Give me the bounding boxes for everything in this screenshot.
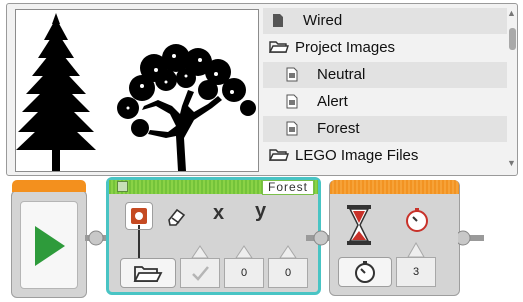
list-item-label: Forest bbox=[317, 120, 360, 137]
list-item-alert[interactable]: Alert bbox=[263, 89, 507, 115]
list-item-wired[interactable]: Wired bbox=[263, 8, 507, 34]
wait-block[interactable]: 3 bbox=[329, 180, 460, 296]
list-scrollbar[interactable]: ▲ ▼ bbox=[507, 6, 518, 174]
checkmark-icon bbox=[192, 266, 209, 281]
image-picker-popup: Wired Project Images Neutral Alert Fores… bbox=[6, 3, 518, 176]
wait-block-accent-bar bbox=[330, 180, 459, 194]
image-file-icon bbox=[286, 94, 298, 109]
y-coordinate-label: y bbox=[255, 200, 267, 222]
file-dark-icon bbox=[273, 14, 283, 27]
list-item-label: Alert bbox=[317, 93, 348, 110]
list-item-forest[interactable]: Forest bbox=[263, 116, 507, 142]
file-input-wire bbox=[138, 230, 140, 258]
image-file-list: Wired Project Images Neutral Alert Fores… bbox=[263, 6, 507, 174]
stopwatch-icon bbox=[355, 261, 375, 283]
folder-icon bbox=[269, 41, 289, 53]
input-notch bbox=[407, 241, 425, 258]
display-mode-button[interactable] bbox=[125, 202, 153, 230]
forest-image bbox=[16, 13, 256, 171]
x-coordinate-label: x bbox=[213, 202, 225, 224]
block-mode-badge-icon bbox=[117, 181, 128, 192]
file-select-button[interactable] bbox=[120, 258, 176, 288]
list-item-project-images[interactable]: Project Images bbox=[263, 35, 507, 61]
folder-icon bbox=[133, 266, 163, 282]
display-block[interactable]: Forest x y 0 0 bbox=[106, 177, 321, 295]
start-block-accent-bar bbox=[12, 180, 86, 192]
start-block[interactable] bbox=[11, 180, 87, 298]
wait-mode-button[interactable] bbox=[338, 257, 392, 287]
image-file-icon bbox=[286, 121, 298, 136]
display-image-mode-icon bbox=[131, 208, 147, 229]
list-item-neutral[interactable]: Neutral bbox=[263, 62, 507, 88]
scroll-down-arrow-icon[interactable]: ▼ bbox=[507, 158, 516, 168]
image-file-icon bbox=[286, 67, 298, 82]
list-item-label: Wired bbox=[303, 12, 343, 29]
clear-screen-input[interactable] bbox=[180, 258, 220, 288]
seconds-value-input[interactable]: 3 bbox=[396, 257, 436, 287]
list-item-label: Neutral bbox=[317, 66, 366, 83]
sequence-connector bbox=[458, 230, 484, 246]
scrollbar-thumb[interactable] bbox=[509, 28, 516, 50]
eraser-icon bbox=[168, 208, 186, 226]
folder-icon bbox=[269, 149, 289, 161]
start-button[interactable] bbox=[20, 201, 78, 289]
list-item-lego-image-files[interactable]: LEGO Image Files bbox=[263, 143, 507, 169]
file-name-label: Forest bbox=[261, 180, 314, 195]
input-notches bbox=[191, 245, 297, 259]
timer-icon bbox=[406, 208, 428, 232]
scroll-up-arrow-icon[interactable]: ▲ bbox=[507, 8, 516, 18]
hourglass-icon bbox=[347, 205, 371, 245]
x-value-input[interactable]: 0 bbox=[224, 258, 264, 288]
image-preview bbox=[15, 9, 259, 172]
list-item-label: LEGO Image Files bbox=[295, 147, 419, 164]
y-value-input[interactable]: 0 bbox=[268, 258, 308, 288]
list-item-label: Project Images bbox=[295, 39, 396, 56]
play-icon bbox=[35, 226, 65, 266]
